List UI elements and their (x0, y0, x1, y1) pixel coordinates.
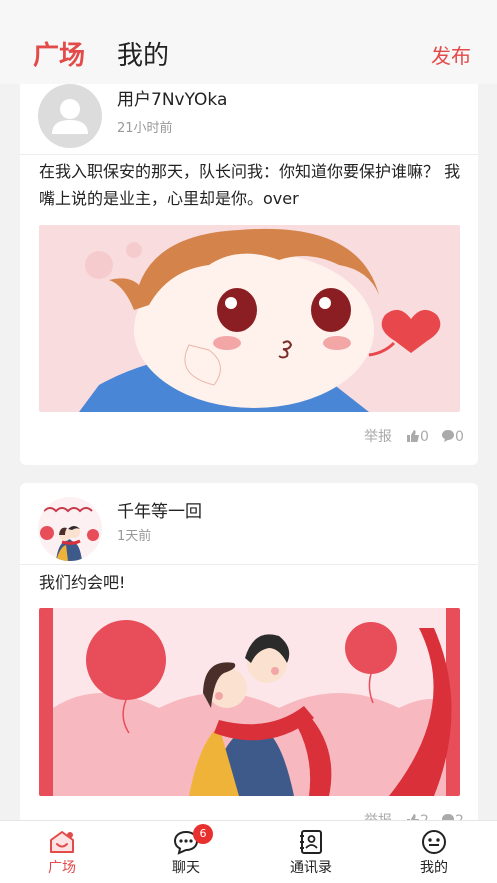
default-user-icon (52, 99, 88, 134)
post-username[interactable]: 用户7NvYOka (117, 88, 227, 112)
post-actions: 举报 2 2 (348, 811, 478, 820)
comment-button[interactable]: 2 (441, 811, 464, 820)
nav-label: 通讯录 (290, 860, 332, 876)
bottom-nav: 广场 6 聊天 通讯录 我的 (0, 820, 497, 883)
divider (20, 154, 478, 155)
nav-item-mine[interactable]: 我的 (384, 821, 484, 883)
top-bar: 广场 我的 发布 (0, 0, 497, 84)
tab-square[interactable]: 广场 (33, 38, 85, 74)
couple-balloons-illustration (39, 608, 460, 796)
nav-label: 我的 (420, 860, 448, 876)
post-username[interactable]: 千年等一回 (117, 500, 202, 524)
post-text: 在我入职保安的那天，队长问我：你知道你要保护谁嘛？ 我嘴上说的是业主，心里却是你… (39, 162, 461, 208)
publish-button[interactable]: 发布 (431, 42, 471, 70)
nav-label: 广场 (48, 860, 76, 876)
comment-icon (442, 814, 454, 820)
nav-label: 聊天 (172, 860, 200, 876)
thumbs-up-icon (407, 814, 419, 820)
nav-item-square[interactable]: 广场 (12, 821, 112, 883)
cartoon-boy-illustration (39, 225, 460, 412)
comment-button[interactable]: 0 (441, 427, 464, 447)
like-count: 2 (420, 813, 429, 820)
report-button[interactable]: 举报 (364, 811, 392, 820)
post-image[interactable] (39, 225, 460, 412)
post-time: 21小时前 (117, 121, 173, 136)
nav-item-contacts[interactable]: 通讯录 (261, 821, 361, 883)
post-text: 我们约会吧! (39, 573, 126, 592)
couple-avatar-image (38, 497, 102, 561)
post-time: 1天前 (117, 529, 152, 544)
post-card[interactable]: 千年等一回 1天前 我们约会吧! (20, 483, 478, 820)
comment-icon (442, 430, 454, 442)
home-smile-icon (50, 831, 74, 853)
nav-item-chat[interactable]: 6 聊天 (136, 821, 236, 883)
unread-badge: 6 (193, 824, 213, 844)
post-image[interactable] (39, 608, 460, 796)
divider (20, 564, 478, 565)
like-button[interactable]: 2 (406, 811, 429, 820)
thumbs-up-icon (407, 430, 419, 442)
contacts-book-icon (300, 830, 322, 854)
comment-count: 0 (455, 429, 464, 445)
like-button[interactable]: 0 (406, 427, 429, 447)
post-feed[interactable]: 用户7NvYOka 21小时前 在我入职保安的那天，队长问我：你知道你要保护谁嘛… (0, 84, 497, 820)
avatar[interactable] (38, 84, 102, 148)
report-button[interactable]: 举报 (364, 427, 392, 447)
comment-count: 2 (455, 813, 464, 820)
post-actions: 举报 0 0 (348, 427, 478, 447)
avatar[interactable] (38, 497, 102, 561)
face-profile-icon (422, 830, 446, 854)
post-card[interactable]: 用户7NvYOka 21小时前 在我入职保安的那天，队长问我：你知道你要保护谁嘛… (20, 84, 478, 465)
tab-mine[interactable]: 我的 (117, 38, 169, 74)
like-count: 0 (420, 429, 429, 445)
